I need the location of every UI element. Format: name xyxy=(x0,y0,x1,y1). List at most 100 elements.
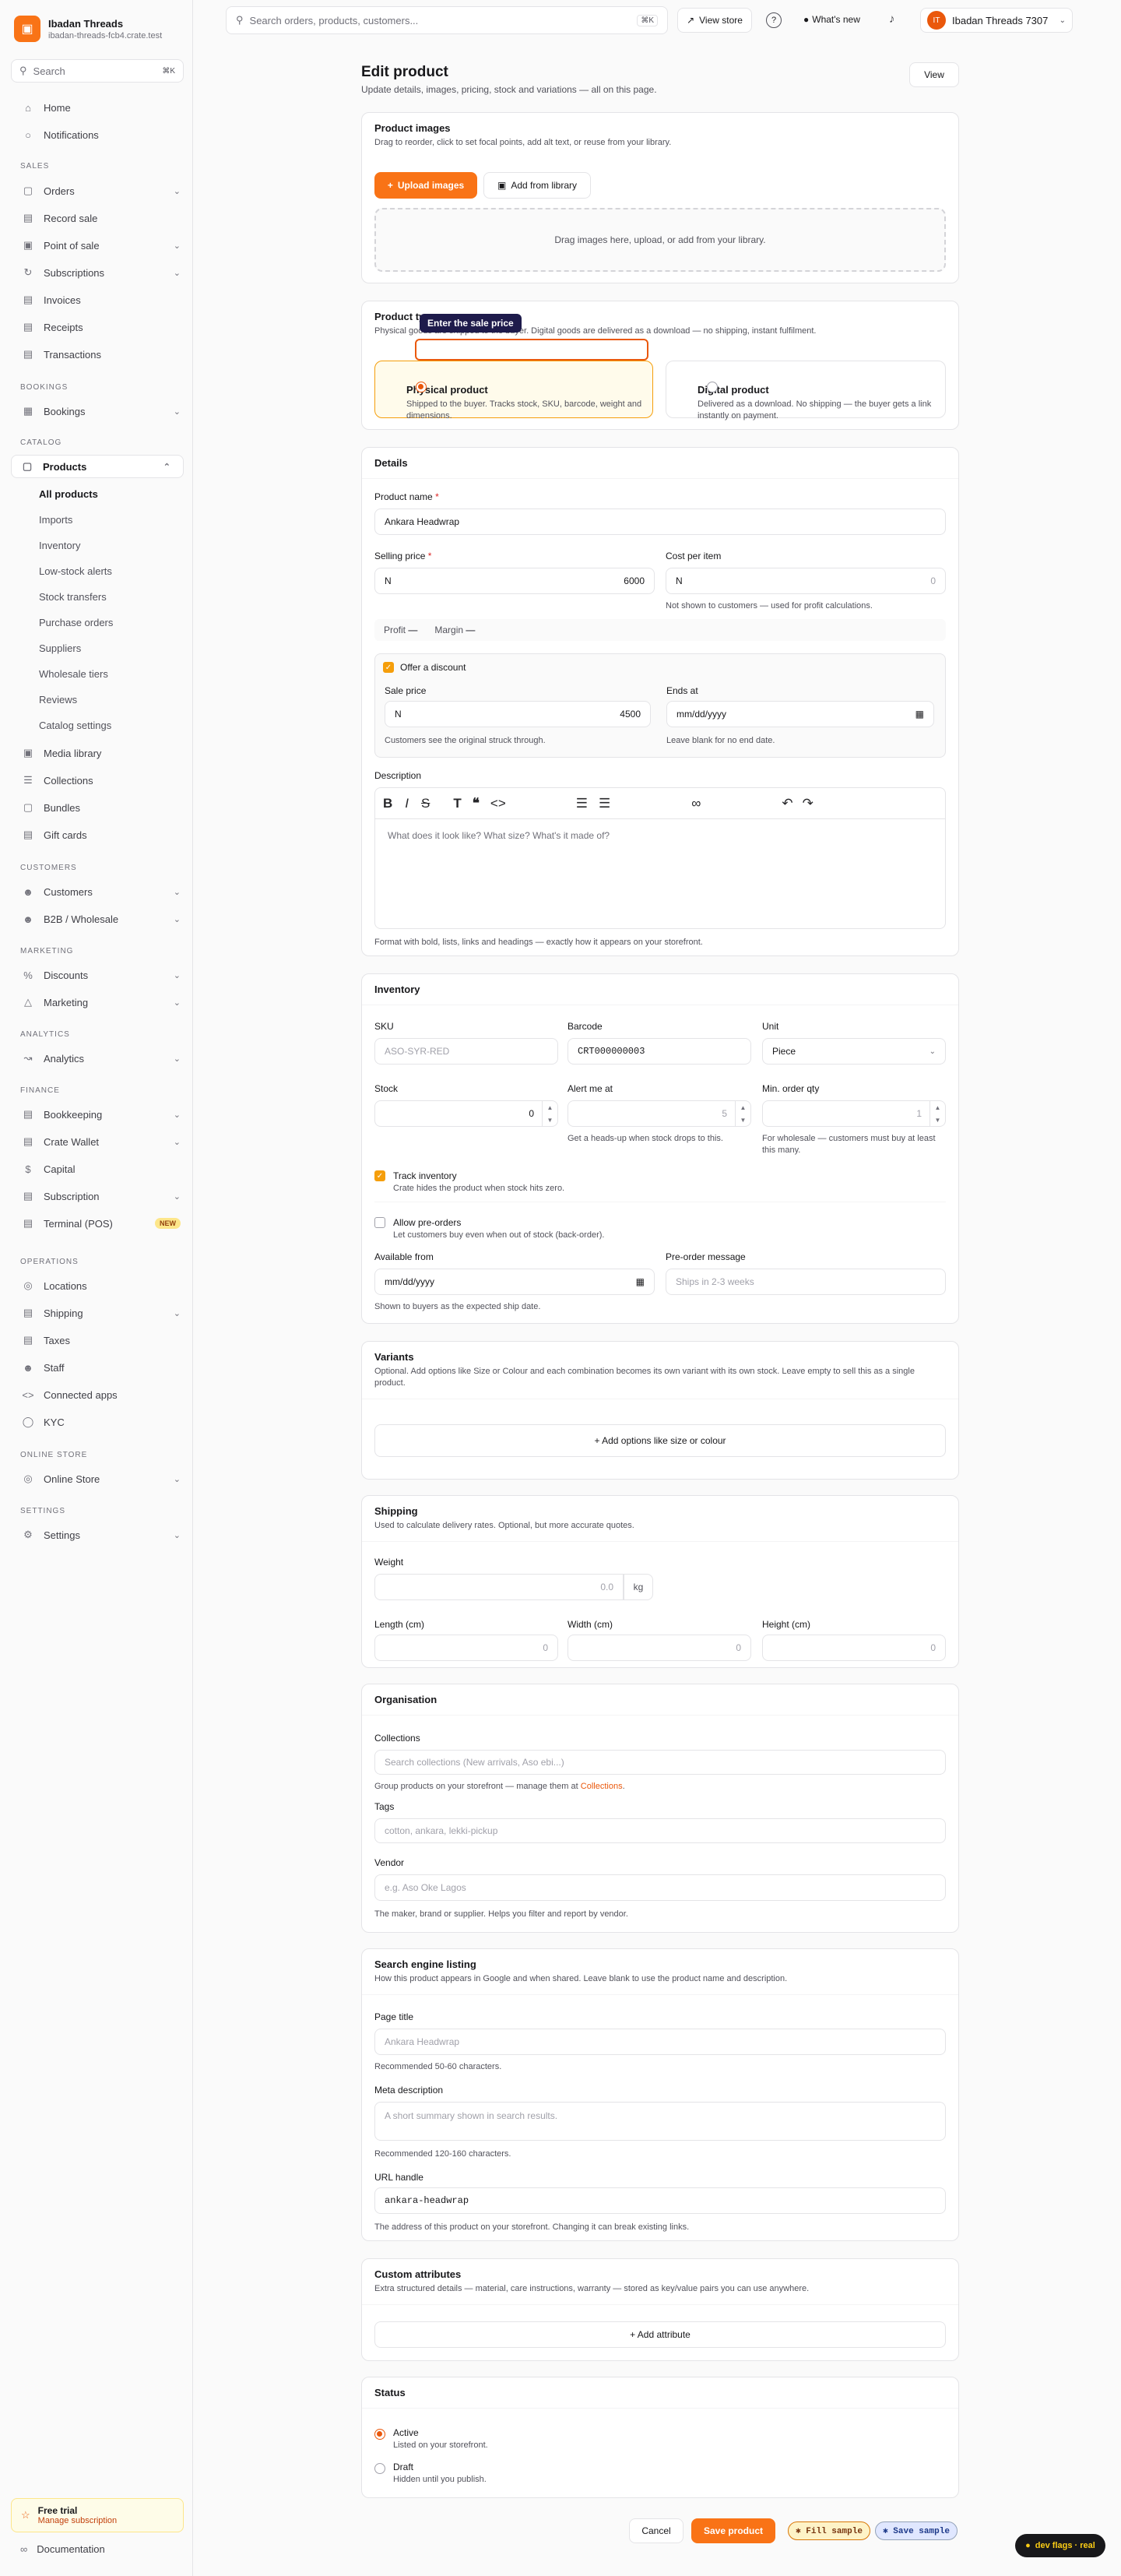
stock-input[interactable]: 0 ▲ ▼ xyxy=(374,1100,558,1127)
whats-new-button[interactable]: ● What's new xyxy=(803,14,860,25)
sale-price-highlight[interactable] xyxy=(415,339,648,361)
tags-input[interactable]: cotton, ankara, lekki-pickup xyxy=(374,1818,946,1843)
alert-input[interactable]: 5 ▲ ▼ xyxy=(568,1100,751,1127)
sidebar-item-invoices[interactable]: ▤ Invoices xyxy=(0,288,193,311)
sidebar-item-marketing[interactable]: △ Marketing ⌄ xyxy=(0,991,193,1014)
view-button[interactable]: View xyxy=(909,62,959,87)
sidebar-subitem-suppliers[interactable]: Suppliers xyxy=(0,636,193,660)
sidebar-item-gift-cards[interactable]: ▤ Gift cards xyxy=(0,823,193,846)
ends-at-input[interactable]: mm/dd/yyyy ▦ xyxy=(666,701,934,727)
sidebar-subitem-all-products[interactable]: All products xyxy=(0,482,193,505)
sidebar-item-online-store[interactable]: ◎ Online Store ⌄ xyxy=(0,1467,193,1490)
barcode-input[interactable]: CRT000000003 xyxy=(568,1038,751,1065)
sidebar-subitem-imports[interactable]: Imports xyxy=(0,508,193,531)
collections-input[interactable]: Search collections (New arrivals, Aso eb… xyxy=(374,1750,946,1775)
status-active-option[interactable]: Active Listed on your storefront. xyxy=(374,2427,488,2450)
product-name-input[interactable]: Ankara Headwrap xyxy=(374,509,946,535)
unit-select[interactable]: Piece ⌄ xyxy=(762,1038,946,1065)
account-menu[interactable]: IT Ibadan Threads 7307 ⌄ xyxy=(920,8,1073,33)
sidebar-item-transactions[interactable]: ▤ Transactions xyxy=(0,343,193,366)
notifications-bell-icon[interactable]: ♪ xyxy=(889,12,895,26)
sidebar-item-orders[interactable]: ▢ Orders ⌄ xyxy=(0,179,193,202)
length-input[interactable]: 0 xyxy=(374,1635,558,1661)
heading-icon[interactable]: T xyxy=(453,796,461,811)
sidebar-item-bundles[interactable]: ▢ Bundles xyxy=(0,796,193,819)
help-icon[interactable]: ? xyxy=(766,12,782,28)
image-dropzone[interactable]: Drag images here, upload, or add from yo… xyxy=(374,208,946,272)
cost-input[interactable]: N0 xyxy=(666,568,946,594)
store-switcher[interactable]: ▣ Ibadan Threads ibadan-threads-fcb4.cra… xyxy=(14,16,162,42)
sidebar-item-collections[interactable]: ☰ Collections xyxy=(0,769,193,792)
bullet-list-icon[interactable]: ☰ xyxy=(576,796,588,811)
preorder-message-input[interactable]: Ships in 2-3 weeks xyxy=(666,1269,946,1295)
weight-input[interactable]: 0.0 xyxy=(374,1574,624,1600)
documentation-link[interactable]: ∞ Documentation xyxy=(20,2543,105,2555)
status-draft-option[interactable]: Draft Hidden until you publish. xyxy=(374,2462,487,2484)
sidebar-item-analytics[interactable]: ↝ Analytics ⌄ xyxy=(0,1047,193,1070)
digital-product-option[interactable]: Digital product Delivered as a download.… xyxy=(666,361,946,421)
save-sample-button[interactable]: ✱ Save sample xyxy=(875,2521,958,2540)
italic-icon[interactable]: I xyxy=(405,796,409,811)
manage-subscription-link[interactable]: Manage subscription xyxy=(38,2516,118,2525)
page-title-input[interactable]: Ankara Headwrap xyxy=(374,2029,946,2055)
selling-price-input[interactable]: N 6000 xyxy=(374,568,655,594)
sidebar-search[interactable]: ⚲ Search ⌘K xyxy=(11,59,184,83)
add-options-button[interactable]: + Add options like size or colour xyxy=(374,1424,946,1457)
bold-icon[interactable]: B xyxy=(383,796,392,811)
dev-flags-button[interactable]: ● dev flags · real xyxy=(1015,2534,1105,2557)
track-inventory-checkbox[interactable]: ✓ Track inventory xyxy=(374,1170,457,1181)
sidebar-item-receipts[interactable]: ▤ Receipts xyxy=(0,315,193,339)
save-product-button[interactable]: Save product xyxy=(691,2518,775,2543)
sidebar-subitem-purchase-orders[interactable]: Purchase orders xyxy=(0,611,193,634)
redo-icon[interactable]: ↷ xyxy=(803,796,814,811)
sidebar-item-discounts[interactable]: % Discounts ⌄ xyxy=(0,963,193,987)
sidebar-item-customers[interactable]: ☻ Customers ⌄ xyxy=(0,880,193,903)
width-input[interactable]: 0 xyxy=(568,1635,751,1661)
active-radio[interactable] xyxy=(374,2429,385,2440)
strikethrough-icon[interactable]: S xyxy=(421,796,430,811)
sidebar-subitem-catalog-settings[interactable]: Catalog settings xyxy=(0,713,193,737)
offer-discount-checkbox[interactable]: ✓ Offer a discount xyxy=(383,662,466,673)
physical-radio[interactable] xyxy=(416,382,427,392)
sidebar-subitem-reviews[interactable]: Reviews xyxy=(0,688,193,711)
sidebar-item-kyc[interactable]: ◯ KYC xyxy=(0,1410,193,1434)
sidebar-item-b2b[interactable]: ☻ B2B / Wholesale ⌄ xyxy=(0,907,193,931)
digital-radio[interactable] xyxy=(707,382,718,392)
numbered-list-icon[interactable]: ☰ xyxy=(599,796,610,811)
stepper-icon[interactable]: ▲ ▼ xyxy=(735,1101,750,1126)
sidebar-item-capital[interactable]: $ Capital xyxy=(0,1157,193,1181)
code-icon[interactable]: <> xyxy=(490,796,506,811)
min-order-input[interactable]: 1 ▲ ▼ xyxy=(762,1100,946,1127)
allow-preorders-checkbox[interactable]: Allow pre-orders xyxy=(374,1217,461,1228)
sidebar-item-shipping[interactable]: ▤ Shipping ⌄ xyxy=(0,1301,193,1325)
vendor-input[interactable]: e.g. Aso Oke Lagos xyxy=(374,1874,946,1901)
sidebar-subitem-stock-transfers[interactable]: Stock transfers xyxy=(0,585,193,608)
sku-input[interactable]: ASO-SYR-RED xyxy=(374,1038,558,1065)
sidebar-item-staff[interactable]: ☻ Staff xyxy=(0,1356,193,1379)
collections-link[interactable]: Collections xyxy=(581,1782,623,1791)
sidebar-item-notifications[interactable]: ○ Notifications xyxy=(0,123,193,146)
sidebar-item-terminal[interactable]: ▤ Terminal (POS) NEW xyxy=(0,1212,193,1235)
sidebar-item-taxes[interactable]: ▤ Taxes xyxy=(0,1328,193,1352)
add-attribute-button[interactable]: + Add attribute xyxy=(374,2321,946,2348)
sidebar-item-connected-apps[interactable]: <> Connected apps xyxy=(0,1383,193,1406)
free-trial-banner[interactable]: ☆ Free trial Manage subscription xyxy=(11,2498,184,2532)
draft-radio[interactable] xyxy=(374,2463,385,2474)
physical-product-option[interactable]: Physical product Shipped to the buyer. T… xyxy=(374,361,653,421)
sidebar-item-record-sale[interactable]: ▤ Record sale xyxy=(0,206,193,230)
add-from-library-button[interactable]: ▣ Add from library xyxy=(483,172,591,199)
sidebar-item-pos[interactable]: ▣ Point of sale ⌄ xyxy=(0,234,193,257)
meta-description-textarea[interactable]: A short summary shown in search results. xyxy=(374,2102,946,2141)
sidebar-item-home[interactable]: ⌂ Home xyxy=(0,96,193,119)
link-icon[interactable]: ∞ xyxy=(691,796,701,811)
sale-price-input[interactable]: N 4500 xyxy=(385,701,651,727)
sidebar-item-products[interactable]: ▢ Products ⌃ xyxy=(11,455,184,478)
sidebar-item-crate-wallet[interactable]: ▤ Crate Wallet ⌄ xyxy=(0,1130,193,1153)
sidebar-subitem-inventory[interactable]: Inventory xyxy=(0,533,193,557)
sidebar-item-bookkeeping[interactable]: ▤ Bookkeeping ⌄ xyxy=(0,1103,193,1126)
sidebar-item-settings[interactable]: ⚙ Settings ⌄ xyxy=(0,1523,193,1547)
available-from-input[interactable]: mm/dd/yyyy ▦ xyxy=(374,1269,655,1295)
stepper-icon[interactable]: ▲ ▼ xyxy=(929,1101,945,1126)
upload-images-button[interactable]: + Upload images xyxy=(374,172,477,199)
sidebar-item-bookings[interactable]: ▦ Bookings ⌄ xyxy=(0,399,193,423)
